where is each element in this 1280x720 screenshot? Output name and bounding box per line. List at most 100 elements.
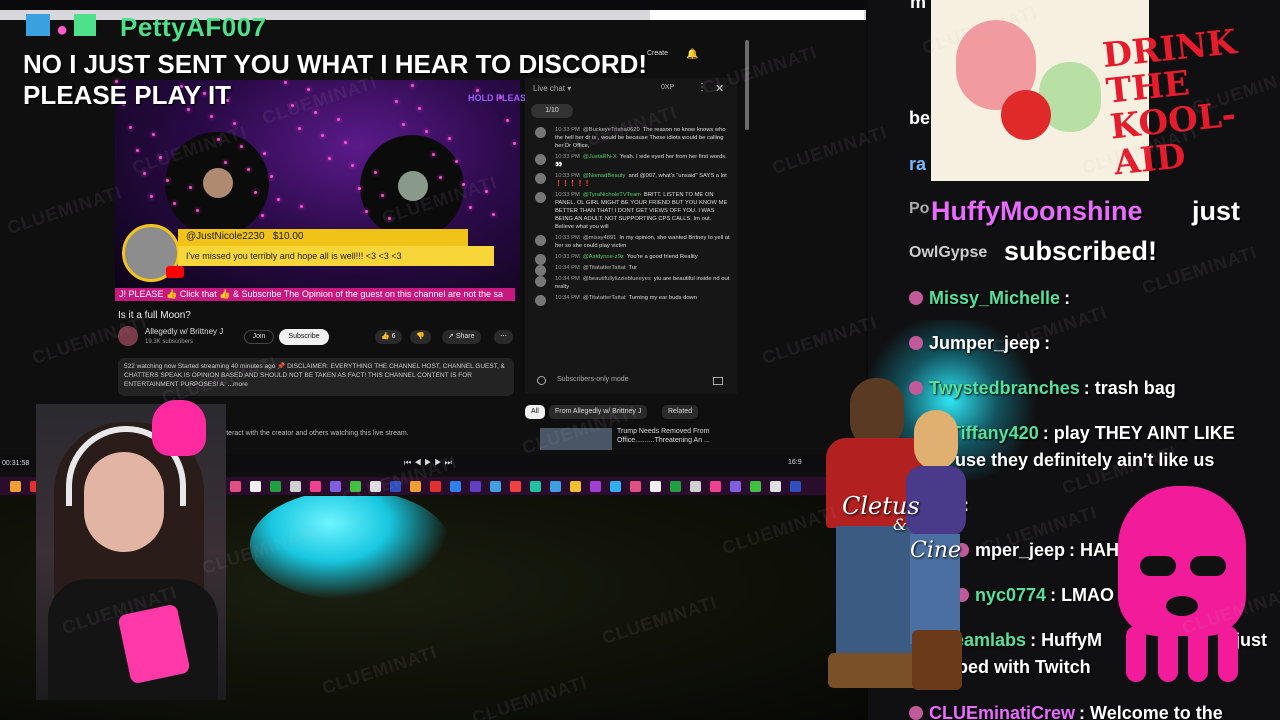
hammer-icon xyxy=(26,14,50,36)
recommended-thumbnail[interactable] xyxy=(540,428,612,450)
media-controls[interactable]: ⏮◀▶▶⏭ xyxy=(404,458,455,468)
superchat-header: @JustNicole2230 $10.00 xyxy=(178,229,468,246)
chat-text: The reason no know knows who the hell he… xyxy=(555,127,726,149)
bell-icon[interactable]: 🔔 xyxy=(686,49,698,60)
taskbar-app-icon[interactable] xyxy=(310,481,321,492)
chat-avatar[interactable] xyxy=(535,235,546,246)
taskbar-app-icon[interactable] xyxy=(410,481,421,492)
chat-scrollbar[interactable] xyxy=(740,30,752,140)
taskbar-app-icon[interactable] xyxy=(250,481,261,492)
stream-chat-text: play THEY AINT LIKE xyxy=(1053,423,1235,443)
sub-alert-text-1: just xyxy=(1192,196,1241,226)
taskbar-app-icon[interactable] xyxy=(450,481,461,492)
chat-avatar[interactable] xyxy=(535,295,546,306)
taskbar-app-icon[interactable] xyxy=(750,481,761,492)
chat-text: In my opinion, she wanted Britney to yel… xyxy=(555,235,730,249)
filter-chip[interactable]: Related xyxy=(662,405,699,419)
light-dot xyxy=(298,127,301,130)
share-button[interactable]: ↗ Share xyxy=(442,330,481,344)
chat-avatar[interactable] xyxy=(535,154,546,165)
chat-user[interactable]: @TitatatterTattat xyxy=(583,265,626,271)
chat-text: Tur xyxy=(628,265,638,271)
light-dot xyxy=(159,156,162,159)
taskbar-app-icon[interactable] xyxy=(590,481,601,492)
chat-time: 10:34 PM xyxy=(555,276,580,282)
light-dot xyxy=(270,175,273,178)
filter-chip[interactable]: All xyxy=(525,405,545,419)
taskbar-app-icon[interactable] xyxy=(650,481,661,492)
chat-user[interactable]: @TyraNicholeTVTeam xyxy=(583,192,641,198)
stream-chat-user: Missy_Michelle xyxy=(929,288,1061,308)
light-dot xyxy=(358,187,361,190)
taskbar-app-icon[interactable] xyxy=(630,481,641,492)
chat-badge-icon xyxy=(909,336,923,350)
stream-chat-text: Welcome to the xyxy=(1090,703,1223,720)
taskbar-app-icon[interactable] xyxy=(530,481,541,492)
chat-user[interactable]: @beautifullylizzieblueeyes xyxy=(583,276,651,282)
chat-time: 10:33 PM xyxy=(555,127,580,133)
taskbar-app-icon[interactable] xyxy=(330,481,341,492)
drink-kool-aid-text: DRINK THE KOOL-AID xyxy=(1100,22,1239,184)
light-dot xyxy=(328,157,331,160)
light-dot xyxy=(224,161,227,164)
pink-mask-mascot xyxy=(1118,486,1246,686)
chat-avatar[interactable] xyxy=(535,127,546,138)
taskbar-app-icon[interactable] xyxy=(730,481,741,492)
chat-avatar[interactable] xyxy=(535,173,546,184)
dislike-button[interactable]: 👎 xyxy=(410,330,431,344)
chat-user[interactable]: @JustaRN-X xyxy=(583,154,617,160)
chat-user[interactable]: @Astdynne-z9z xyxy=(583,254,624,260)
light-dot xyxy=(166,179,169,182)
video-description[interactable]: 522 watching now Started streaming 40 mi… xyxy=(118,358,514,396)
taskbar-app-icon[interactable] xyxy=(230,481,241,492)
chat-avatar[interactable] xyxy=(535,276,546,287)
taskbar-app-icon[interactable] xyxy=(790,481,801,492)
chat-message: 10:33 PM @missy4891 In my opinion, she wan… xyxy=(531,234,731,250)
info-icon[interactable] xyxy=(537,376,546,385)
like-button[interactable]: 👍 6 xyxy=(375,330,402,344)
join-button[interactable]: Join xyxy=(244,330,274,344)
chat-menu-icon[interactable]: ⋮ xyxy=(697,82,707,93)
close-icon[interactable]: ✕ xyxy=(715,82,724,95)
stream-chat-line: Jumper_jeep: xyxy=(909,333,1050,354)
taskbar-app-icon[interactable] xyxy=(390,481,401,492)
subscribers-only-notice: Subscribers-only mode xyxy=(557,376,629,383)
recommended-title[interactable]: Trump Needs Removed From Office.........… xyxy=(617,427,717,445)
chat-user[interactable]: @TitatatterTattat xyxy=(583,295,626,301)
channel-name[interactable]: Allegedly w/ Brittney J xyxy=(145,327,223,336)
emoji-icon[interactable] xyxy=(713,377,723,385)
taskbar-app-icon[interactable] xyxy=(350,481,361,492)
chat-user[interactable]: @NomadBeauty xyxy=(583,173,626,179)
filter-chip[interactable]: From Allegedly w/ Brittney J xyxy=(549,405,648,419)
scrolling-ticker: J! PLEASE 👍 Click that 👍 & Subscribe The… xyxy=(115,288,515,301)
taskbar-app-icon[interactable] xyxy=(550,481,561,492)
chat-user[interactable]: @missy4891 xyxy=(583,235,617,241)
taskbar-app-icon[interactable] xyxy=(470,481,481,492)
subscribe-button[interactable]: Subscribe xyxy=(279,329,329,345)
chat-text: and @007, what's "unsaid" SAYS a lot ❗❗❗… xyxy=(555,173,727,187)
taskbar-app-icon[interactable] xyxy=(710,481,721,492)
aspect-ratio[interactable]: 16:9 xyxy=(788,459,802,466)
chat-avatar[interactable] xyxy=(535,192,546,203)
chat-user[interactable]: @BuckeyeTrisha0620 xyxy=(583,127,640,133)
taskbar-app-icon[interactable] xyxy=(570,481,581,492)
taskbar-app-icon[interactable] xyxy=(290,481,301,492)
taskbar-app-icon[interactable] xyxy=(490,481,501,492)
taskbar-app-icon[interactable] xyxy=(670,481,681,492)
taskbar-app-icon[interactable] xyxy=(270,481,281,492)
taskbar-app-icon[interactable] xyxy=(430,481,441,492)
chat-time: 10:33 PM xyxy=(555,235,580,241)
light-dot xyxy=(240,145,243,148)
light-dot xyxy=(425,130,428,133)
more-actions-icon[interactable]: ⋯ xyxy=(494,330,513,344)
taskbar-app-icon[interactable] xyxy=(690,481,701,492)
taskbar-app-icon[interactable] xyxy=(370,481,381,492)
light-dot xyxy=(381,194,384,197)
light-dot xyxy=(485,190,488,193)
taskbar-app-icon[interactable] xyxy=(510,481,521,492)
taskbar-app-icon[interactable] xyxy=(770,481,781,492)
taskbar-app-icon[interactable] xyxy=(10,481,21,492)
channel-avatar[interactable] xyxy=(118,326,138,346)
chat-text: BRITT. LISTEN TO ME ON PANEL. OL GIRL MI… xyxy=(555,192,728,230)
taskbar-app-icon[interactable] xyxy=(610,481,621,492)
